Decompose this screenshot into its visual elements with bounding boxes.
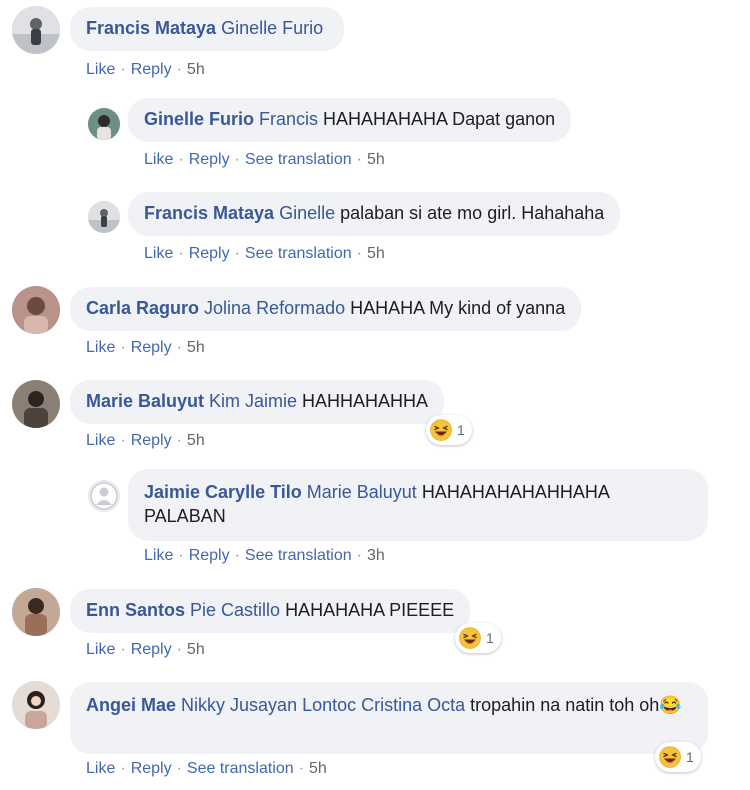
comment-author[interactable]: Carla Raguro xyxy=(86,298,199,318)
tagged-user[interactable]: Nikky Jusayan Lontoc Cristina Octa xyxy=(181,695,465,715)
tagged-user[interactable]: Kim Jaimie xyxy=(209,391,297,411)
comment-actions: Like · Reply · 5h xyxy=(86,339,205,356)
comment-text: HAHAHAHA PIEEEE xyxy=(285,600,455,620)
comment-bubble: Francis Mataya Ginelle palaban si ate mo g… xyxy=(128,192,621,236)
see-translation-link[interactable]: See translation xyxy=(187,760,294,777)
reaction-badge[interactable]: 1 xyxy=(655,742,701,772)
tagged-user[interactable]: Marie Baluyut xyxy=(307,482,417,502)
tagged-user[interactable]: Ginelle xyxy=(279,203,335,223)
comment-bubble: Angei Mae Nikky Jusayan Lontoc Cristina O… xyxy=(70,682,708,754)
comment-actions: Like · Reply · See translation · 3h xyxy=(144,547,385,564)
avatar[interactable] xyxy=(12,588,60,636)
reply-button[interactable]: Reply xyxy=(189,547,230,564)
avatar[interactable] xyxy=(88,108,120,140)
reply-button[interactable]: Reply xyxy=(131,339,172,356)
timestamp[interactable]: 5h xyxy=(187,432,205,449)
comment-author[interactable]: Ginelle Furio xyxy=(144,109,254,129)
reaction-count: 1 xyxy=(457,422,465,438)
comment-text: HAHAHAHAHA Dapat ganon xyxy=(323,109,556,129)
comment-actions: Like · Reply · See translation · 5h xyxy=(86,760,327,777)
reaction-badge[interactable]: 1 xyxy=(426,415,472,445)
timestamp[interactable]: 5h xyxy=(187,641,205,658)
see-translation-link[interactable]: See translation xyxy=(245,547,352,564)
laughing-emoji-icon xyxy=(430,419,452,441)
laughing-emoji-icon xyxy=(659,746,681,768)
comment-text: palaban si ate mo girl. Hahahaha xyxy=(340,203,605,223)
reply-button[interactable]: Reply xyxy=(131,61,172,78)
timestamp[interactable]: 5h xyxy=(187,61,205,78)
reaction-count: 1 xyxy=(486,630,494,646)
reply-button[interactable]: Reply xyxy=(131,760,172,777)
see-translation-link[interactable]: See translation xyxy=(245,151,352,168)
comment-author[interactable]: Francis Mataya xyxy=(86,18,216,38)
reply-button[interactable]: Reply xyxy=(189,245,230,262)
comment-author[interactable]: Francis Mataya xyxy=(144,203,274,223)
reply-button[interactable]: Reply xyxy=(131,641,172,658)
avatar[interactable] xyxy=(88,480,120,512)
timestamp[interactable]: 5h xyxy=(367,151,385,168)
tagged-user[interactable]: Pie Castillo xyxy=(190,600,280,620)
comment-author[interactable]: Enn Santos xyxy=(86,600,185,620)
comment-bubble: Enn Santos Pie Castillo HAHAHAHA PIEEEE xyxy=(70,589,471,633)
reply-button[interactable]: Reply xyxy=(189,151,230,168)
timestamp[interactable]: 5h xyxy=(309,760,327,777)
like-button[interactable]: Like xyxy=(86,61,115,78)
avatar[interactable] xyxy=(12,6,60,54)
like-button[interactable]: Like xyxy=(86,760,115,777)
comment-author[interactable]: Marie Baluyut xyxy=(86,391,204,411)
comment-actions: Like · Reply · See translation · 5h xyxy=(144,151,385,168)
comment-author[interactable]: Jaimie Carylle Tilo xyxy=(144,482,302,502)
timestamp[interactable]: 3h xyxy=(367,547,385,564)
avatar[interactable] xyxy=(12,380,60,428)
comment-actions: Like · Reply · See translation · 5h xyxy=(144,245,385,262)
avatar[interactable] xyxy=(88,201,120,233)
timestamp[interactable]: 5h xyxy=(187,339,205,356)
laughing-emoji-icon xyxy=(459,627,481,649)
comment-bubble: Ginelle Furio Francis HAHAHAHAHA Dapat gan… xyxy=(128,98,572,142)
tagged-user[interactable]: Francis xyxy=(259,109,318,129)
avatar[interactable] xyxy=(12,681,60,729)
like-button[interactable]: Like xyxy=(144,245,173,262)
reply-button[interactable]: Reply xyxy=(131,432,172,449)
comment-bubble: Marie Baluyut Kim Jaimie HAHHAHAHHA xyxy=(70,380,445,424)
reaction-badge[interactable]: 1 xyxy=(455,623,501,653)
tagged-user[interactable]: Jolina Reformado xyxy=(204,298,345,318)
tagged-user[interactable]: Ginelle Furio xyxy=(221,18,323,38)
see-translation-link[interactable]: See translation xyxy=(245,245,352,262)
like-button[interactable]: Like xyxy=(86,339,115,356)
reaction-count: 1 xyxy=(686,749,694,765)
like-button[interactable]: Like xyxy=(86,432,115,449)
like-button[interactable]: Like xyxy=(86,641,115,658)
comment-actions: Like · Reply · 5h xyxy=(86,641,205,658)
like-button[interactable]: Like xyxy=(144,151,173,168)
comment-bubble: Francis Mataya Ginelle Furio xyxy=(70,7,345,51)
comment-text: HAHAHA My kind of yanna xyxy=(350,298,566,318)
comment-author[interactable]: Angei Mae xyxy=(86,695,176,715)
like-button[interactable]: Like xyxy=(144,547,173,564)
timestamp[interactable]: 5h xyxy=(367,245,385,262)
comment-text: HAHHAHAHHA xyxy=(302,391,429,411)
comment-bubble: Carla Raguro Jolina Reformado HAHAHA My ki… xyxy=(70,287,582,331)
comment-actions: Like · Reply · 5h xyxy=(86,61,205,78)
comment-text: tropahin na natin toh oh😂 xyxy=(470,695,682,715)
avatar[interactable] xyxy=(12,286,60,334)
comment-actions: Like · Reply · 5h xyxy=(86,432,205,449)
comment-bubble: Jaimie Carylle Tilo Marie Baluyut HAHAHAHA… xyxy=(128,469,708,541)
